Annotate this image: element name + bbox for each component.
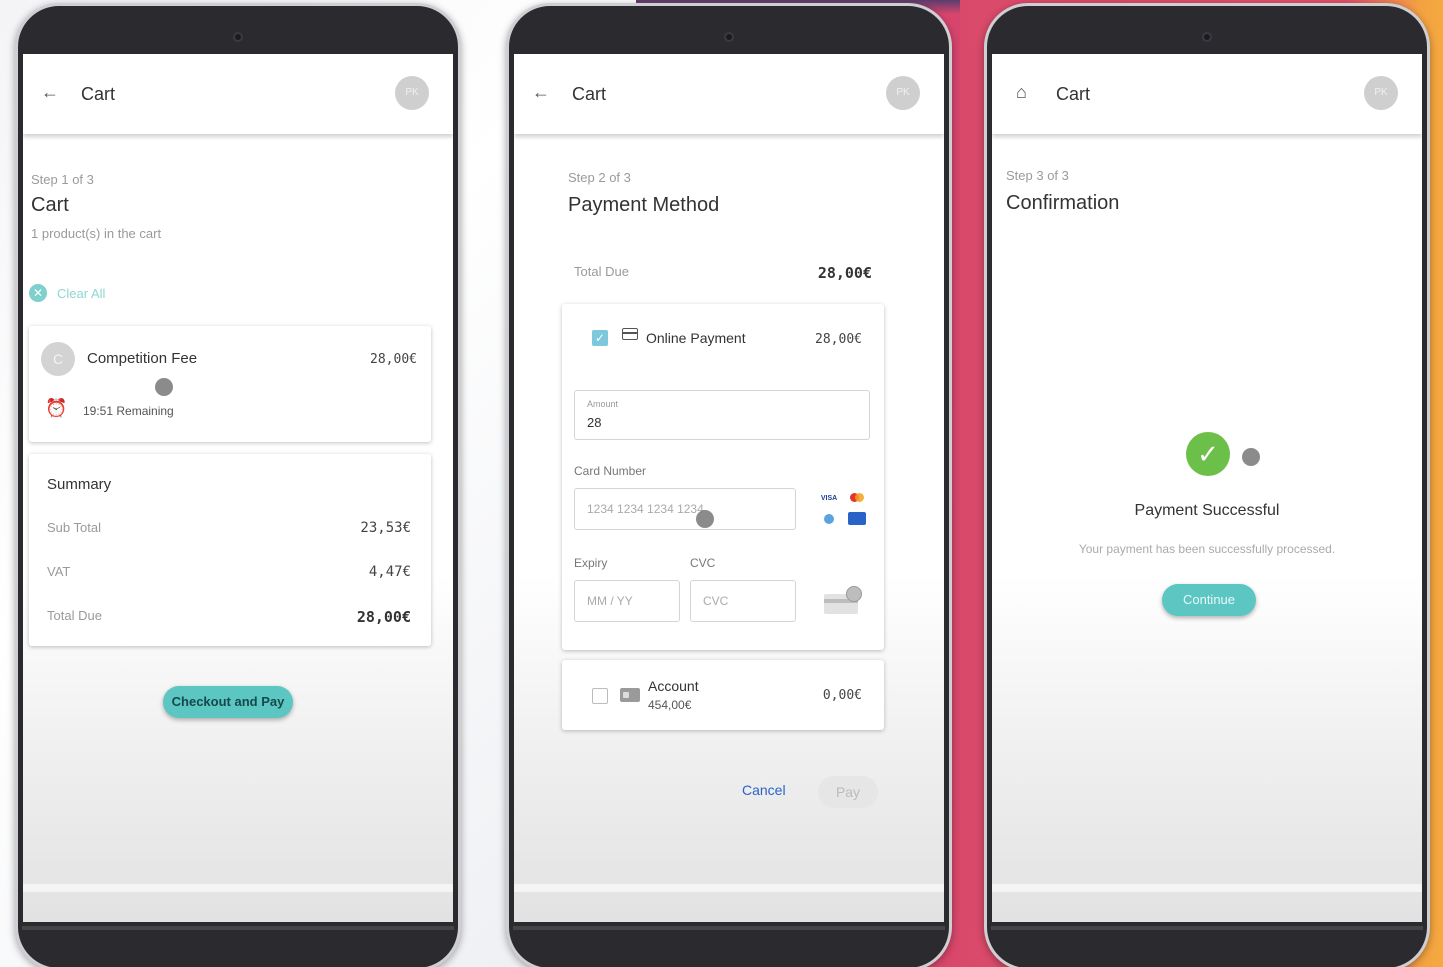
online-payment-label: Online Payment [646,330,746,346]
expiry-input[interactable]: MM / YY [574,580,680,622]
summary-label: VAT [47,564,71,579]
summary-total-value: 28,00€ [356,608,411,626]
item-name: Competition Fee [87,350,198,367]
page-subtitle: 1 product(s) in the cart [31,226,162,241]
touch-indicator [696,510,714,528]
cancel-button[interactable]: Cancel [742,782,786,798]
page-title: Payment Method [568,194,720,216]
checkbox-unchecked-icon[interactable] [592,688,608,704]
screen-cart: ← Cart PK Step 1 of 3 Cart 1 product(s) … [23,54,453,922]
app-bar-title: Cart [572,84,607,104]
success-message: Your payment has been successfully proce… [1078,542,1336,556]
checkbox-checked-icon[interactable]: ✓ [592,330,608,346]
account-balance: 454,00€ [648,698,692,712]
online-payment-value: 28,00€ [815,332,862,347]
account-card: Account 454,00€ 0,00€ [562,660,884,730]
phone-bottom-bar [22,926,454,930]
app-bar-title: Cart [81,84,116,104]
summary-row: Total Due 28,00€ [47,608,411,626]
phone-speaker [1204,34,1210,40]
summary-row: VAT 4,47€ [47,564,411,580]
touch-indicator [155,378,173,396]
card-cvc-icon [824,586,862,614]
avatar[interactable]: PK [395,76,429,110]
card-number-input[interactable]: 1234 1234 1234 1234 [574,488,796,530]
app-bar: ← Cart PK [514,54,944,134]
phone-payment: ← Cart PK Step 2 of 3 Payment Method Tot… [506,3,952,967]
amount-field-label: Amount [587,399,619,409]
home-icon[interactable]: ⌂ [1016,82,1027,103]
visa-icon: VISA [820,494,838,504]
cart-item-card: C Competition Fee 28,00€ ⏰ 19:51 Remaini… [29,326,431,442]
page-title: Cart [31,194,69,216]
online-payment-card: ✓ Online Payment 28,00€ Amount 28 Card N… [562,304,884,650]
avatar[interactable]: PK [1364,76,1398,110]
success-title: Payment Successful [1134,502,1280,519]
summary-value: 23,53€ [360,520,411,536]
amount-field-value: 28 [587,415,602,430]
expiry-placeholder: MM / YY [587,594,633,608]
alarm-clock-icon: ⏰ [45,398,68,418]
step-indicator: Step 3 of 3 [1006,168,1069,183]
item-avatar: C [41,342,75,376]
item-timer: 19:51 Remaining [83,404,174,418]
app-bar-title: Cart [1056,84,1091,104]
expiry-label: Expiry [574,556,608,570]
phone-cart: ← Cart PK Step 1 of 3 Cart 1 product(s) … [15,3,461,967]
diners-icon [824,514,834,524]
pay-button[interactable]: Pay [818,776,878,808]
card-number-label: Card Number [574,464,647,478]
cvc-placeholder: CVC [703,594,729,608]
touch-indicator [1242,448,1260,466]
clear-all-label: Clear All [57,285,106,301]
cvc-input[interactable]: CVC [690,580,796,622]
footer-strip [23,884,453,892]
continue-button[interactable]: Continue [1162,584,1256,616]
summary-value: 4,47€ [368,564,411,580]
account-value: 0,00€ [822,688,862,703]
summary-label: Sub Total [47,520,101,535]
phone-confirmation: ⌂ Cart PK Step 3 of 3 Confirmation ✓ Pay… [984,3,1430,967]
footer-strip [514,884,944,892]
step-indicator: Step 2 of 3 [568,170,631,185]
phone-bottom-bar [513,926,945,930]
app-bar: ← Cart PK [23,54,453,134]
phone-bottom-bar [991,926,1423,930]
avatar[interactable]: PK [886,76,920,110]
clear-all-button[interactable]: ✕ Clear All [29,284,105,302]
clear-icon: ✕ [29,284,47,302]
back-arrow-icon[interactable]: ← [532,82,550,103]
credit-card-icon [622,328,638,340]
summary-row: Sub Total 23,53€ [47,520,411,536]
cvc-label: CVC [690,556,716,570]
phone-speaker [235,34,241,40]
summary-title: Summary [47,476,112,493]
wallet-icon [620,688,640,702]
screen-confirmation: ⌂ Cart PK Step 3 of 3 Confirmation ✓ Pay… [992,54,1422,922]
checkout-and-pay-button[interactable]: Checkout and Pay [163,686,293,718]
amount-field[interactable]: Amount 28 [574,390,870,440]
total-due-row: Total Due 28,00€ [574,264,872,282]
card-number-placeholder: 1234 1234 1234 1234 [587,502,704,516]
amex-icon [848,512,866,525]
back-arrow-icon[interactable]: ← [41,82,59,103]
item-price: 28,00€ [370,352,417,367]
summary-card: Summary Sub Total 23,53€ VAT 4,47€ Total… [29,454,431,646]
total-due-label: Total Due [574,264,629,279]
phone-speaker [726,34,732,40]
screen-payment: ← Cart PK Step 2 of 3 Payment Method Tot… [514,54,944,922]
step-indicator: Step 1 of 3 [31,172,94,187]
summary-label: Total Due [47,608,102,623]
app-bar: ⌂ Cart PK [992,54,1422,134]
mastercard-icon [848,492,866,504]
footer-strip [992,884,1422,892]
page-title: Confirmation [1006,192,1120,214]
account-label: Account [648,678,699,694]
checkmark-icon: ✓ [1186,432,1230,476]
total-due-value: 28,00€ [817,264,872,282]
